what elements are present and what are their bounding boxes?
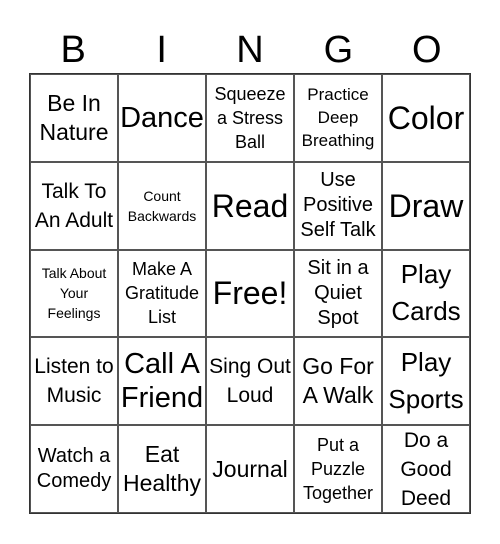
bingo-cell[interactable]: Eat Healthy bbox=[118, 425, 206, 513]
bingo-cell[interactable]: Draw bbox=[382, 161, 470, 250]
bingo-cell[interactable]: Make A Gratitude List bbox=[118, 249, 206, 338]
cell-text: Do a Good Deed bbox=[400, 428, 452, 510]
cell-text: Listen to Music bbox=[34, 355, 114, 408]
bingo-cell[interactable]: Sit in a Quiet Spot bbox=[294, 249, 382, 338]
cell-text: Talk About Your Feelings bbox=[41, 265, 107, 322]
cell-text: Watch a Comedy bbox=[36, 445, 112, 493]
bingo-cell[interactable]: Dance bbox=[118, 74, 206, 162]
cell-text: Draw bbox=[388, 187, 464, 224]
bingo-cell[interactable]: Talk To An Adult bbox=[30, 161, 118, 250]
cell-text: Use Positive Self Talk bbox=[300, 169, 376, 242]
cell-text: Dance bbox=[120, 101, 204, 134]
bingo-cell[interactable]: Talk About Your Feelings bbox=[30, 249, 118, 338]
cell-text: Sing Out Loud bbox=[209, 355, 291, 408]
bingo-cell[interactable]: Read bbox=[206, 161, 294, 250]
header-letter-g: G bbox=[323, 29, 354, 71]
cell-text: Squeeze a Stress Ball bbox=[214, 83, 286, 152]
cell-text: Count Backwards bbox=[127, 187, 197, 224]
bingo-cell[interactable]: Practice Deep Breathing bbox=[294, 74, 382, 162]
cell-text: Call A Friend bbox=[120, 348, 204, 415]
cell-text: Practice Deep Breathing bbox=[301, 85, 375, 151]
cell-text: Journal bbox=[212, 455, 288, 482]
cell-text: Color bbox=[387, 99, 465, 136]
cell-text: Be In Nature bbox=[39, 89, 109, 145]
bingo-cell[interactable]: Sing Out Loud bbox=[206, 337, 294, 426]
cell-text: Talk To An Adult bbox=[34, 179, 114, 232]
bingo-cell[interactable]: Put a Puzzle Together bbox=[294, 425, 382, 513]
free-space-cell[interactable]: Free! bbox=[206, 249, 294, 338]
cell-text: Read bbox=[211, 187, 289, 224]
bingo-header: B I N G O bbox=[29, 28, 471, 72]
cell-text: Play Sports bbox=[388, 347, 464, 415]
bingo-cell[interactable]: Squeeze a Stress Ball bbox=[206, 74, 294, 162]
cell-text: Sit in a Quiet Spot bbox=[307, 256, 369, 329]
cell-text: Play Cards bbox=[391, 259, 461, 327]
bingo-cell[interactable]: Listen to Music bbox=[30, 337, 118, 426]
cell-text: Free! bbox=[212, 275, 288, 312]
header-letter-n: N bbox=[236, 29, 264, 71]
bingo-cell[interactable]: Be In Nature bbox=[30, 74, 118, 162]
bingo-cell[interactable]: Color bbox=[382, 74, 470, 162]
bingo-cell[interactable]: Call A Friend bbox=[118, 337, 206, 426]
bingo-cell[interactable]: Play Sports bbox=[382, 337, 470, 426]
header-letter-o: O bbox=[412, 29, 442, 71]
cell-text: Eat Healthy bbox=[123, 441, 201, 497]
bingo-cell[interactable]: Journal bbox=[206, 425, 294, 513]
bingo-cell[interactable]: Do a Good Deed bbox=[382, 425, 470, 513]
header-letter-i: I bbox=[156, 29, 167, 71]
cell-text: Make A Gratitude List bbox=[124, 259, 200, 328]
header-letter-b: B bbox=[60, 29, 86, 71]
bingo-cell[interactable]: Count Backwards bbox=[118, 161, 206, 250]
bingo-cell[interactable]: Go For A Walk bbox=[294, 337, 382, 426]
bingo-cell[interactable]: Play Cards bbox=[382, 249, 470, 338]
cell-text: Go For A Walk bbox=[302, 353, 374, 409]
bingo-cell[interactable]: Use Positive Self Talk bbox=[294, 161, 382, 250]
cell-text: Put a Puzzle Together bbox=[302, 435, 374, 504]
bingo-grid: Be In Nature Dance Squeeze a Stress Ball… bbox=[29, 73, 471, 514]
bingo-cell[interactable]: Watch a Comedy bbox=[30, 425, 118, 513]
